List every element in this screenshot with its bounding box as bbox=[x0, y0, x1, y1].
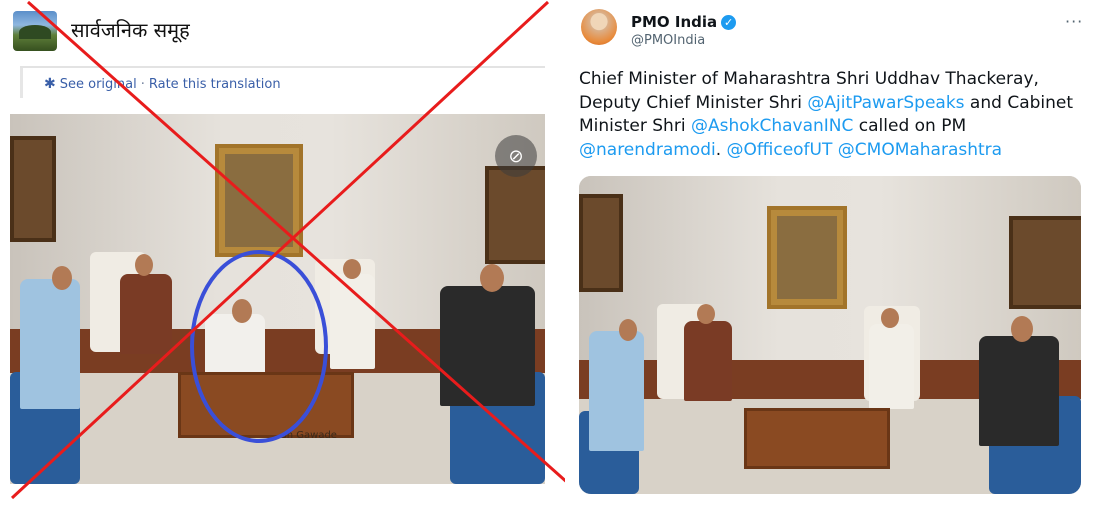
see-original-link[interactable]: See original bbox=[60, 77, 137, 92]
account-name-text[interactable]: PMO India bbox=[631, 13, 717, 31]
pmo-avatar[interactable] bbox=[581, 9, 617, 45]
photo-table bbox=[744, 408, 890, 469]
photo-person-4 bbox=[869, 324, 914, 409]
translation-row: ✱ See original · Rate this translation bbox=[44, 76, 281, 92]
mention-link[interactable]: @CMOMaharashtra bbox=[838, 140, 1002, 160]
gear-icon: ✱ bbox=[44, 76, 56, 92]
photo-window-right bbox=[1009, 216, 1081, 309]
meeting-photo-left[interactable]: ...sh Gawade bbox=[10, 114, 545, 484]
photo-window bbox=[10, 136, 56, 242]
photo-head-5 bbox=[1011, 316, 1033, 342]
photo-person-2 bbox=[120, 274, 172, 354]
group-avatar[interactable] bbox=[13, 11, 57, 51]
mention-link[interactable]: @AjitPawarSpeaks bbox=[807, 93, 964, 113]
photo-person bbox=[589, 331, 644, 451]
photo-window bbox=[579, 194, 623, 292]
blue-circle-annotation bbox=[190, 250, 328, 443]
photo-head-4 bbox=[881, 308, 899, 328]
photo-head-5 bbox=[480, 264, 504, 292]
photo-head-2 bbox=[697, 304, 715, 324]
photo-person-4 bbox=[330, 274, 375, 369]
separator: · bbox=[140, 76, 145, 92]
photo-person-5 bbox=[979, 336, 1059, 446]
rate-translation-link[interactable]: Rate this translation bbox=[149, 77, 281, 92]
photo-head bbox=[619, 319, 637, 341]
verified-icon: ✓ bbox=[721, 14, 737, 30]
quote-bar bbox=[20, 68, 23, 98]
photo-person-2 bbox=[684, 321, 732, 401]
account-name[interactable]: PMO India ✓ bbox=[631, 13, 737, 31]
mention-link[interactable]: @OfficeofUT bbox=[727, 140, 833, 160]
more-options-icon[interactable]: ··· bbox=[1065, 12, 1083, 31]
tweet-text-part: called on PM bbox=[853, 116, 967, 136]
photo-head-2 bbox=[135, 254, 153, 276]
mention-link[interactable]: @AshokChavanINC bbox=[691, 116, 853, 136]
photo-painting bbox=[767, 206, 847, 309]
group-name[interactable]: सार्वजनिक समूह bbox=[71, 16, 190, 43]
photo-painting bbox=[215, 144, 303, 257]
meeting-photo-right[interactable] bbox=[579, 176, 1081, 494]
photo-head-4 bbox=[343, 259, 361, 279]
right-tweet-panel: PMO India ✓ @PMOIndia ··· Chief Minister… bbox=[565, 0, 1100, 506]
divider bbox=[20, 66, 545, 68]
photo-person bbox=[20, 279, 80, 409]
eye-slash-icon[interactable]: ⊘ bbox=[495, 135, 537, 177]
photo-head bbox=[52, 266, 72, 290]
left-post-panel: सार्वजनिक समूह ✱ See original · Rate thi… bbox=[0, 0, 560, 506]
photo-window-right bbox=[485, 166, 545, 264]
mention-link[interactable]: @narendramodi bbox=[579, 140, 716, 160]
tweet-text: Chief Minister of Maharashtra Shri Uddha… bbox=[579, 68, 1089, 162]
photo-person-5 bbox=[440, 286, 535, 406]
account-handle[interactable]: @PMOIndia bbox=[631, 33, 705, 48]
tweet-text-part: . bbox=[715, 139, 727, 160]
